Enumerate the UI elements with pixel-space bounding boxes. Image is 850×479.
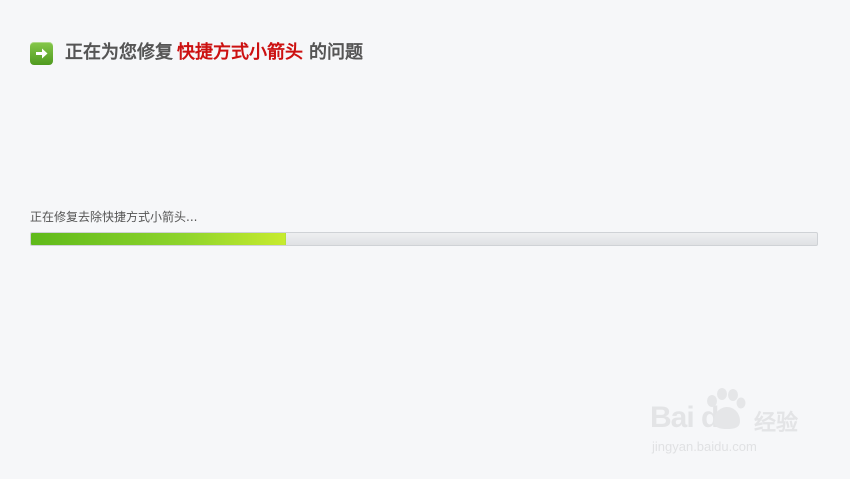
page-title: 正在为您修复 快捷方式小箭头 的问题	[65, 40, 363, 66]
watermark-product: 经验	[754, 411, 799, 436]
title-prefix: 正在为您修复	[65, 42, 173, 63]
title-suffix: 的问题	[309, 42, 363, 63]
watermark: Bai du 经验 jingyan.baidu.com	[650, 387, 802, 461]
status-text: 正在修复去除快捷方式小箭头...	[30, 210, 198, 224]
arrow-right-icon	[30, 41, 53, 65]
title-highlight: 快捷方式小箭头	[177, 42, 303, 63]
page-header: 正在为您修复 快捷方式小箭头 的问题	[30, 40, 363, 66]
progress-bar	[30, 232, 818, 246]
paw-logo-icon	[707, 388, 746, 429]
watermark-url: jingyan.baidu.com	[652, 439, 757, 454]
progress-fill	[31, 233, 287, 245]
